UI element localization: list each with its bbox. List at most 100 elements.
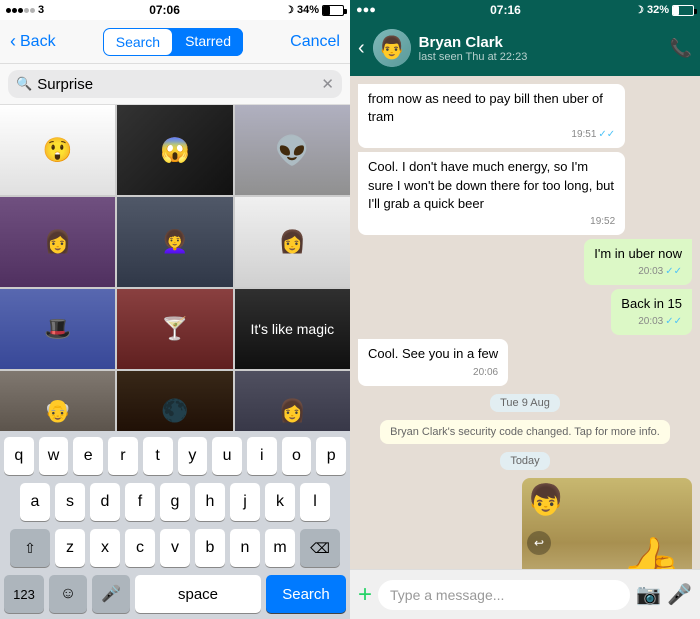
msg-time-5: 20:06 xyxy=(368,366,498,380)
right-panel: ●●● 07:16 ☽ 32% ‹ 👨 Bryan Clark last see… xyxy=(350,0,700,619)
back-label: Back xyxy=(20,33,56,51)
giphy-message[interactable]: 👍 👦 TNW likes GIFs GIPHY 07:15 ✓ ↩ xyxy=(522,478,692,570)
gif-item-11[interactable]: 🌑 xyxy=(117,371,232,431)
boy-face: 👦 xyxy=(527,483,564,518)
key-e[interactable]: e xyxy=(73,437,103,475)
search-tab[interactable]: Search xyxy=(104,29,172,55)
chat-input-bar: + Type a message... 📷 🎤 xyxy=(350,569,700,619)
back-button[interactable]: ‹ Back xyxy=(10,31,56,52)
chat-messages: from now as need to pay bill then uber o… xyxy=(350,76,700,569)
right-battery-icon xyxy=(672,5,694,16)
key-n[interactable]: n xyxy=(230,529,260,567)
key-emoji[interactable]: ☺ xyxy=(49,575,87,613)
msg-time-3: 20:03✓✓ xyxy=(594,265,682,279)
key-l[interactable]: l xyxy=(300,483,330,521)
left-status-bar: 3 07:06 ☽ 34% xyxy=(0,0,350,20)
gif-item-1[interactable]: 😲 xyxy=(0,105,115,195)
key-o[interactable]: o xyxy=(282,437,312,475)
right-battery: 32% xyxy=(647,4,669,16)
security-notice[interactable]: Bryan Clark's security code changed. Tap… xyxy=(380,420,670,444)
key-shift[interactable]: ⇧ xyxy=(10,529,50,567)
key-a[interactable]: a xyxy=(20,483,50,521)
camera-icon[interactable]: 📷 xyxy=(636,582,661,607)
msg-time-1: 19:51✓✓ xyxy=(368,128,615,142)
key-t[interactable]: t xyxy=(143,437,173,475)
add-button[interactable]: + xyxy=(358,581,372,609)
key-delete[interactable]: ⌫ xyxy=(300,529,340,567)
back-chevron-icon: ‹ xyxy=(10,31,16,52)
keyboard-row-2: a s d f g h j k l xyxy=(0,483,350,521)
contact-name: Bryan Clark xyxy=(419,34,662,51)
call-icon[interactable]: 📞 xyxy=(670,38,692,59)
gif-item-9[interactable]: It's like magic xyxy=(235,289,350,369)
left-panel: 3 07:06 ☽ 34% ‹ Back Search Starred Canc… xyxy=(0,0,350,619)
msg-time-2: 19:52 xyxy=(368,215,615,229)
msg-time-4: 20:03✓✓ xyxy=(621,315,682,329)
gif-item-3[interactable]: 👽 xyxy=(235,105,350,195)
time-label: 07:06 xyxy=(149,3,180,17)
key-s[interactable]: s xyxy=(55,483,85,521)
key-v[interactable]: v xyxy=(160,529,190,567)
keyboard-bottom-row: 123 ☺ 🎤 space Search xyxy=(0,575,350,619)
key-search[interactable]: Search xyxy=(266,575,346,613)
key-p[interactable]: p xyxy=(316,437,346,475)
clear-icon[interactable]: ✕ xyxy=(321,75,334,93)
right-signal-icon: ●●● xyxy=(356,4,376,16)
signal-icon xyxy=(6,8,35,13)
avatar[interactable]: 👨 xyxy=(373,29,411,67)
key-u[interactable]: u xyxy=(212,437,242,475)
search-bar-container: 🔍 ✕ xyxy=(0,64,350,105)
key-j[interactable]: j xyxy=(230,483,260,521)
key-k[interactable]: k xyxy=(265,483,295,521)
contact-status: last seen Thu at 22:23 xyxy=(419,51,662,63)
right-status-bar: ●●● 07:16 ☽ 32% xyxy=(350,0,700,20)
gif-item-4[interactable]: 👩 xyxy=(0,197,115,287)
key-c[interactable]: c xyxy=(125,529,155,567)
forward-icon[interactable]: ↩ xyxy=(527,531,551,555)
moon-icon-right: ☽ xyxy=(635,5,644,16)
gif-item-2[interactable]: 😱 xyxy=(117,105,232,195)
key-r[interactable]: r xyxy=(108,437,138,475)
msg-text-5: Cool. See you in a few xyxy=(368,346,498,361)
key-space[interactable]: space xyxy=(135,575,261,613)
contact-info: Bryan Clark last seen Thu at 22:23 xyxy=(419,34,662,63)
key-y[interactable]: y xyxy=(178,437,208,475)
search-input[interactable] xyxy=(37,76,316,93)
key-num[interactable]: 123 xyxy=(4,575,44,613)
gif-grid: 😲 😱 👽 👩 👩‍🦱 👩 🎩 🍸 It's like magic 👴 xyxy=(0,105,350,431)
key-f[interactable]: f xyxy=(125,483,155,521)
search-starred-toggle[interactable]: Search Starred xyxy=(103,28,243,56)
back-arrow-icon[interactable]: ‹ xyxy=(358,37,365,60)
key-g[interactable]: g xyxy=(160,483,190,521)
gif-item-5[interactable]: 👩‍🦱 xyxy=(117,197,232,287)
cancel-button[interactable]: Cancel xyxy=(290,33,340,51)
key-b[interactable]: b xyxy=(195,529,225,567)
status-right: ☽ 34% xyxy=(285,4,344,16)
key-m[interactable]: m xyxy=(265,529,295,567)
gif-item-7[interactable]: 🎩 xyxy=(0,289,115,369)
date-divider: Tue 9 Aug xyxy=(490,394,560,412)
gif-item-8[interactable]: 🍸 xyxy=(117,289,232,369)
gif-item-6[interactable]: 👩 xyxy=(235,197,350,287)
key-z[interactable]: z xyxy=(55,529,85,567)
microphone-icon[interactable]: 🎤 xyxy=(667,582,692,607)
thumbs-up-emoji: 👍 xyxy=(620,534,682,570)
gif-item-10[interactable]: 👴 xyxy=(0,371,115,431)
starred-tab[interactable]: Starred xyxy=(173,28,243,56)
key-x[interactable]: x xyxy=(90,529,120,567)
right-time: 07:16 xyxy=(490,3,521,17)
key-w[interactable]: w xyxy=(39,437,69,475)
chat-text-input[interactable]: Type a message... xyxy=(378,580,630,610)
key-d[interactable]: d xyxy=(90,483,120,521)
msg-text-2: Cool. I don't have much energy, so I'm s… xyxy=(368,159,614,210)
avatar-image: 👨 xyxy=(373,29,411,67)
keyboard-row-3: ⇧ z x c v b n m ⌫ xyxy=(0,529,350,567)
keyboard-row-1: q w e r t y u i o p xyxy=(0,437,350,475)
msg-text-4: Back in 15 xyxy=(621,296,682,311)
key-mic[interactable]: 🎤 xyxy=(92,575,130,613)
key-i[interactable]: i xyxy=(247,437,277,475)
key-h[interactable]: h xyxy=(195,483,225,521)
msg-text-3: I'm in uber now xyxy=(594,246,682,261)
key-q[interactable]: q xyxy=(4,437,34,475)
gif-item-12[interactable]: 👩 xyxy=(235,371,350,431)
